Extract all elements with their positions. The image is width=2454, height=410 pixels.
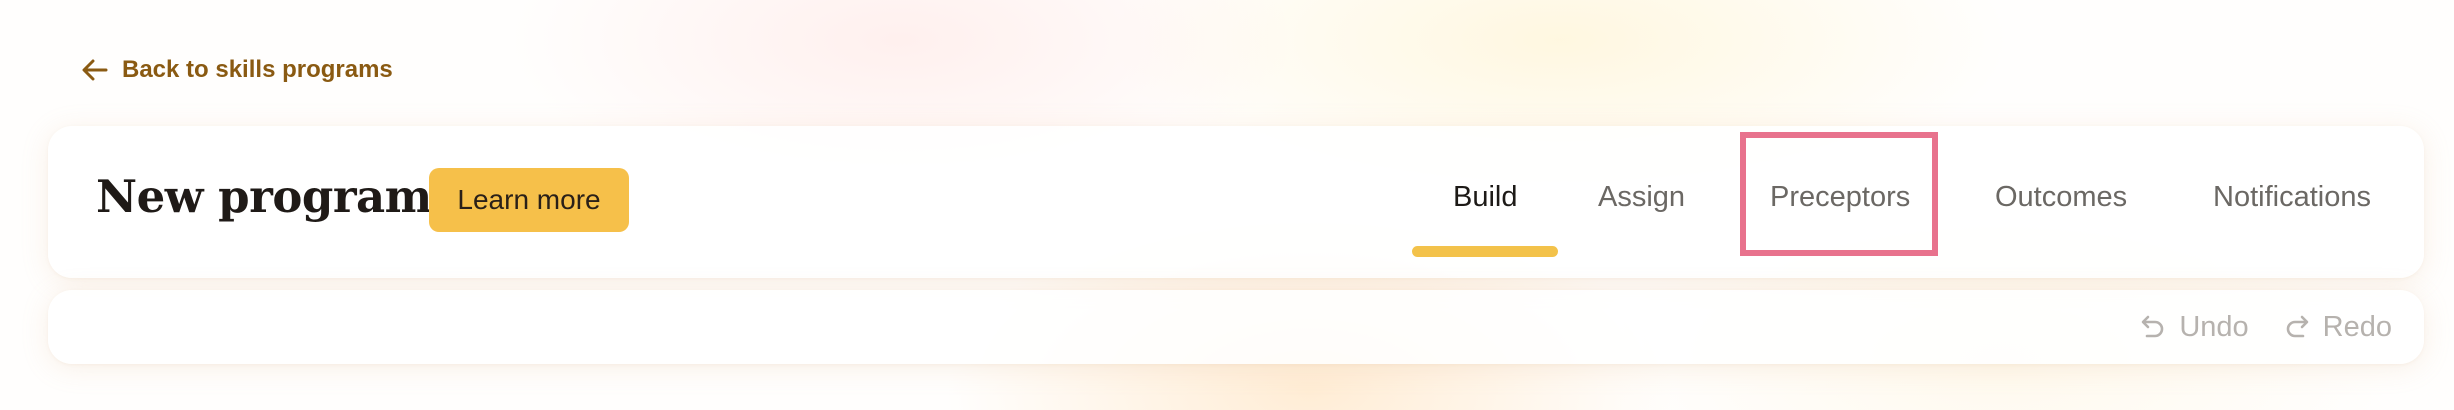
undo-button[interactable]: Undo	[2139, 310, 2249, 344]
back-to-skills-programs-link[interactable]: Back to skills programs	[82, 56, 393, 84]
tab-assign[interactable]: Assign	[1598, 180, 1685, 215]
tab-build[interactable]: Build	[1453, 180, 1518, 215]
redo-label: Redo	[2322, 310, 2392, 343]
undo-redo-group: Undo Redo	[2139, 290, 2392, 364]
active-tab-indicator	[1412, 246, 1558, 257]
program-tabs: Build Assign Preceptors Outcomes Notific…	[48, 126, 2424, 278]
tab-preceptors[interactable]: Preceptors	[1770, 180, 1910, 215]
tab-notifications[interactable]: Notifications	[2213, 180, 2371, 215]
undo-label: Undo	[2179, 310, 2249, 343]
editor-toolbar-card: Undo Redo	[48, 290, 2424, 364]
arrow-left-icon	[82, 58, 108, 82]
program-header-card: New program Learn more Build Assign Prec…	[48, 126, 2424, 278]
redo-icon	[2283, 313, 2311, 341]
tab-outcomes[interactable]: Outcomes	[1995, 180, 2127, 215]
back-link-label: Back to skills programs	[122, 56, 393, 83]
undo-icon	[2139, 313, 2167, 341]
redo-button[interactable]: Redo	[2283, 311, 2392, 344]
